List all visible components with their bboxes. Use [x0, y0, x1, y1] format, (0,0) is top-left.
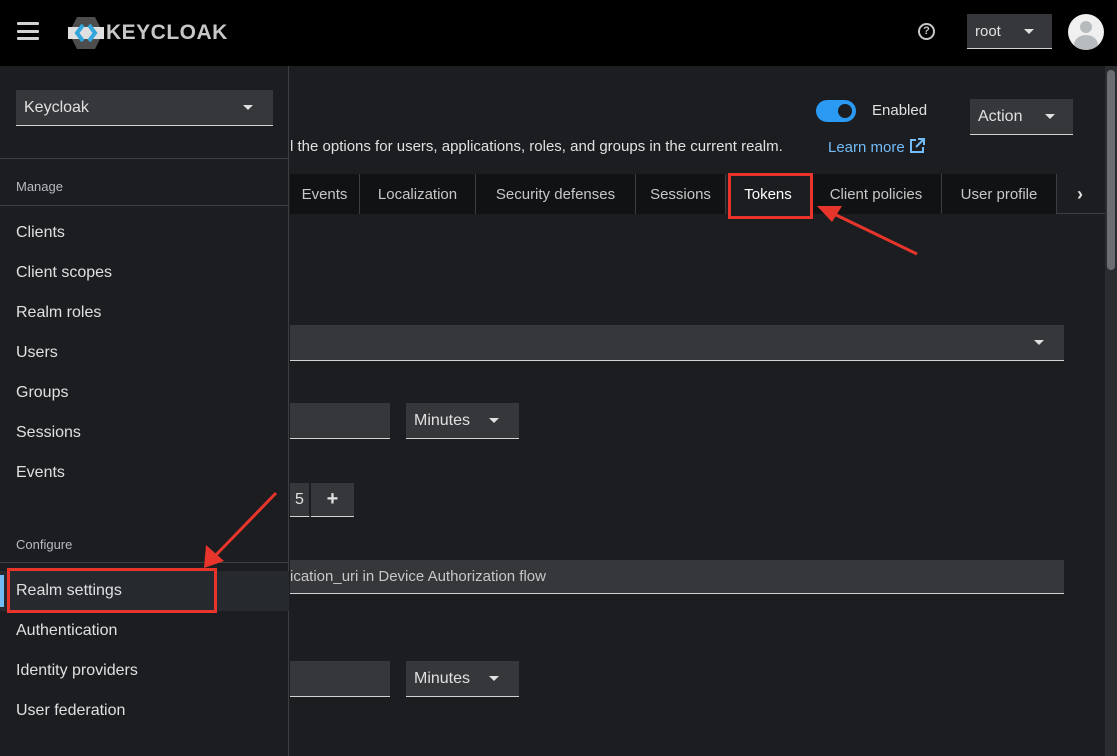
tab-label: Localization	[377, 185, 458, 203]
input-placeholder: ication_uri in Device Authorization flow	[290, 568, 546, 585]
duration-unit-select-2[interactable]: Minutes	[406, 661, 519, 697]
main-content: Enabled Action l the options for users, …	[290, 66, 1105, 756]
tab-label: Client policies	[829, 185, 923, 203]
sidebar-item-label: Identity providers	[16, 662, 138, 679]
logo-text: KEYCLOAK	[106, 21, 228, 44]
sidebar: Keycloak Manage Clients Client scopes Re…	[0, 66, 289, 756]
user-avatar-icon[interactable]	[1068, 14, 1104, 50]
unit-label: Minutes	[414, 669, 471, 687]
duration-input-2[interactable]	[290, 661, 390, 697]
sidebar-item-realm-settings[interactable]: Realm settings	[0, 571, 289, 611]
tab-client-policies[interactable]: Client policies	[811, 174, 942, 214]
increment-button[interactable]: +	[311, 483, 354, 517]
sidebar-item-label: User federation	[16, 702, 126, 719]
sidebar-item-groups[interactable]: Groups	[0, 373, 289, 413]
verification-uri-input[interactable]: ication_uri in Device Authorization flow	[290, 560, 1064, 594]
realm-selector[interactable]: Keycloak	[16, 90, 273, 126]
enabled-label: Enabled	[872, 102, 928, 119]
caret-down-icon	[1024, 29, 1034, 34]
sidebar-item-label: Sessions	[16, 424, 81, 441]
duration-input[interactable]	[290, 403, 390, 439]
page-scrollbar[interactable]	[1105, 66, 1117, 756]
tab-label: Sessions	[650, 185, 711, 203]
sidebar-item-label: Authentication	[16, 622, 118, 639]
learn-more-link[interactable]: Learn more	[828, 138, 925, 156]
sidebar-item-label: Events	[16, 464, 65, 481]
realm-settings-tabs: Events Localization Security defenses Se…	[290, 174, 1105, 214]
tab-security-defenses[interactable]: Security defenses	[476, 174, 636, 214]
tab-sessions[interactable]: Sessions	[636, 174, 726, 214]
tab-events[interactable]: Events	[290, 174, 360, 214]
external-link-icon	[909, 138, 925, 153]
sidebar-item-client-scopes[interactable]: Client scopes	[0, 253, 289, 293]
sidebar-item-sessions[interactable]: Sessions	[0, 413, 289, 453]
duration-unit-select[interactable]: Minutes	[406, 403, 519, 439]
action-dropdown[interactable]: Action	[970, 99, 1073, 135]
learn-more-label: Learn more	[828, 139, 905, 156]
tab-label: User profile	[960, 185, 1038, 203]
keycloak-logo[interactable]: KEYCLOAK	[68, 16, 228, 50]
keycloak-logo-icon	[68, 17, 104, 49]
tabs-scroll-right-icon[interactable]: ›	[1060, 174, 1100, 214]
sidebar-item-label: Groups	[16, 384, 69, 401]
unit-label: Minutes	[414, 411, 471, 429]
caret-down-icon	[243, 105, 253, 110]
caret-down-icon	[489, 418, 499, 423]
sidebar-item-users[interactable]: Users	[0, 333, 289, 373]
sidebar-item-events[interactable]: Events	[0, 453, 289, 493]
sidebar-item-label: Users	[16, 344, 58, 361]
help-icon[interactable]: ?	[918, 23, 935, 40]
tab-tokens[interactable]: Tokens	[726, 174, 811, 214]
scrollbar-thumb[interactable]	[1107, 70, 1115, 270]
sidebar-item-realm-roles[interactable]: Realm roles	[0, 293, 289, 333]
tab-label: Events	[301, 185, 348, 203]
caret-down-icon	[1034, 340, 1044, 345]
divider	[0, 562, 289, 563]
sidebar-item-label: Realm settings	[16, 582, 122, 599]
sidebar-item-label: Realm roles	[16, 304, 102, 321]
tab-label: Security defenses	[495, 185, 616, 203]
sidebar-item-authentication[interactable]: Authentication	[0, 611, 289, 651]
tab-label: Tokens	[744, 185, 792, 203]
tab-localization[interactable]: Localization	[360, 174, 476, 214]
action-label: Action	[978, 107, 1023, 125]
user-name: root	[975, 22, 1001, 40]
caret-down-icon	[489, 676, 499, 681]
sidebar-item-clients[interactable]: Clients	[0, 213, 289, 253]
token-setting-select[interactable]	[290, 325, 1064, 361]
section-title-manage: Manage	[16, 179, 63, 194]
divider	[0, 158, 289, 159]
section-title-configure: Configure	[16, 537, 73, 552]
sidebar-item-label: Clients	[16, 224, 65, 241]
divider	[0, 205, 289, 206]
sidebar-item-user-federation[interactable]: User federation	[0, 691, 289, 731]
sidebar-item-label: Client scopes	[16, 264, 113, 281]
tab-user-profile[interactable]: User profile	[942, 174, 1057, 214]
caret-down-icon	[1045, 114, 1055, 119]
sidebar-item-identity-providers[interactable]: Identity providers	[0, 651, 289, 691]
enabled-toggle[interactable]	[816, 100, 856, 122]
masthead: KEYCLOAK ? root	[0, 0, 1117, 66]
realm-description: l the options for users, applications, r…	[290, 138, 783, 155]
number-input[interactable]: 5	[290, 483, 310, 517]
realm-name: Keycloak	[24, 98, 89, 116]
hamburger-menu-icon[interactable]	[17, 22, 39, 40]
user-dropdown[interactable]: root	[967, 14, 1052, 49]
